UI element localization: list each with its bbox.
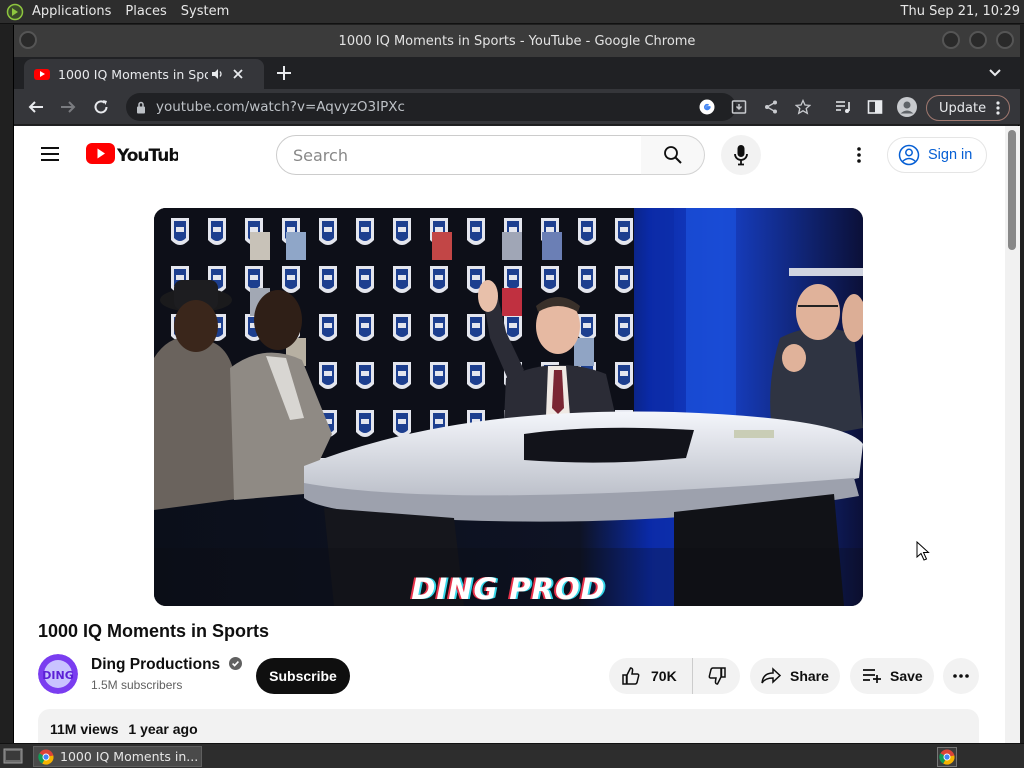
- window-menu-button[interactable]: [19, 31, 37, 49]
- close-tab-icon[interactable]: [232, 68, 244, 80]
- minimize-button[interactable]: [942, 31, 960, 49]
- reload-icon[interactable]: [91, 97, 111, 117]
- window-title: 1000 IQ Moments in Sports - YouTube - Go…: [338, 33, 696, 49]
- share-arrow-icon: [760, 667, 782, 685]
- subscriber-count: 1.5M subscribers: [91, 678, 183, 692]
- show-desktop-icon[interactable]: [3, 748, 23, 764]
- places-menu[interactable]: Places: [125, 4, 166, 19]
- new-tab-icon[interactable]: [276, 65, 292, 81]
- tab-strip: 1000 IQ Moments in Sport: [14, 57, 1020, 89]
- close-window-button[interactable]: [996, 31, 1014, 49]
- add-to-playlist-icon: [862, 668, 882, 684]
- view-count: 11M views: [50, 721, 119, 737]
- thumbs-up-icon: [621, 666, 641, 686]
- taskbar-chrome-window[interactable]: 1000 IQ Moments in...: [33, 746, 202, 767]
- tab-youtube[interactable]: 1000 IQ Moments in Sport: [24, 59, 264, 89]
- video-player[interactable]: DING PROD: [154, 208, 863, 606]
- more-actions-button[interactable]: [943, 658, 979, 694]
- svg-text:YouTube: YouTube: [116, 146, 178, 166]
- save-button[interactable]: Save: [850, 658, 934, 694]
- channel-name-label[interactable]: Ding Productions: [91, 656, 220, 673]
- distro-icon[interactable]: [6, 3, 24, 21]
- youtube-favicon-icon: [34, 68, 50, 80]
- chrome-menu-icon[interactable]: [996, 101, 1000, 115]
- system-menu[interactable]: System: [181, 4, 229, 19]
- update-button[interactable]: Update: [926, 95, 1010, 121]
- tab-search-chevron-icon[interactable]: [988, 67, 1002, 79]
- description-box[interactable]: 11M views 1 year ago: [38, 709, 979, 743]
- page-scrollbar[interactable]: [1005, 126, 1020, 743]
- install-app-icon[interactable]: [729, 97, 749, 117]
- save-label: Save: [890, 668, 923, 684]
- window-titlebar[interactable]: 1000 IQ Moments in Sports - YouTube - Go…: [14, 25, 1020, 57]
- hamburger-menu-icon[interactable]: [40, 146, 60, 162]
- more-horizontal-icon: [953, 674, 969, 678]
- profile-avatar-icon[interactable]: [897, 97, 917, 117]
- youtube-page: YouTube Search Sign in: [14, 126, 1005, 743]
- share-label: Share: [790, 668, 829, 684]
- like-count: 70K: [651, 668, 677, 684]
- bottom-panel: 1000 IQ Moments in...: [0, 743, 1024, 768]
- verified-badge-icon: [229, 657, 243, 670]
- thumbs-down-icon: [707, 666, 727, 686]
- lock-icon[interactable]: [136, 101, 146, 114]
- svg-text:DING: DING: [42, 669, 73, 682]
- search-icon: [663, 145, 683, 165]
- media-controls-icon[interactable]: [833, 97, 853, 117]
- account-icon: [898, 144, 920, 166]
- bookmark-star-icon[interactable]: [793, 97, 813, 117]
- search-button[interactable]: [641, 135, 705, 175]
- mouse-cursor-icon: [916, 541, 930, 561]
- scrollbar-thumb[interactable]: [1008, 130, 1016, 250]
- tray-chrome-icon[interactable]: [937, 747, 957, 767]
- upload-age: 1 year ago: [128, 721, 198, 737]
- channel-avatar[interactable]: DING: [38, 654, 78, 694]
- search-input[interactable]: Search: [276, 135, 642, 175]
- forward-icon[interactable]: [58, 97, 78, 117]
- voice-search-button[interactable]: [721, 135, 761, 175]
- video-watermark: DING PROD: [411, 572, 606, 606]
- back-icon[interactable]: [26, 97, 46, 117]
- microphone-icon: [733, 144, 749, 166]
- google-lens-icon[interactable]: [697, 97, 717, 117]
- chrome-icon: [38, 749, 54, 765]
- like-dislike-group: 70K: [609, 658, 740, 694]
- update-label: Update: [939, 100, 987, 116]
- video-frame: [154, 208, 863, 606]
- tab-title: 1000 IQ Moments in Sport: [58, 66, 208, 82]
- sign-in-label: Sign in: [928, 147, 973, 163]
- sign-in-button[interactable]: Sign in: [887, 137, 987, 173]
- channel-name[interactable]: Ding Productions: [91, 656, 243, 674]
- video-title: 1000 IQ Moments in Sports: [38, 621, 270, 641]
- address-bar[interactable]: youtube.com/watch?v=AqvyzO3IPXc: [126, 93, 736, 121]
- like-button[interactable]: 70K: [609, 658, 693, 694]
- subscribe-button[interactable]: Subscribe: [256, 658, 350, 694]
- browser-toolbar: youtube.com/watch?v=AqvyzO3IPXc Update: [14, 89, 1020, 125]
- applications-menu[interactable]: Applications: [32, 4, 111, 19]
- top-panel: Applications Places System Thu Sep 21, 1…: [0, 0, 1024, 24]
- more-options-icon[interactable]: [857, 147, 861, 163]
- share-page-icon[interactable]: [761, 97, 781, 117]
- chrome-window: 1000 IQ Moments in Sports - YouTube - Go…: [13, 25, 1020, 743]
- speaker-icon[interactable]: [210, 67, 224, 81]
- dislike-button[interactable]: [693, 658, 740, 694]
- panel-clock[interactable]: Thu Sep 21, 10:29: [901, 4, 1020, 19]
- maximize-button[interactable]: [969, 31, 987, 49]
- subscribe-label: Subscribe: [269, 668, 337, 684]
- side-panel-icon[interactable]: [865, 97, 885, 117]
- search-placeholder: Search: [293, 145, 348, 165]
- youtube-logo[interactable]: YouTube: [86, 141, 178, 167]
- taskbar-item-label: 1000 IQ Moments in...: [60, 749, 199, 764]
- url-text[interactable]: youtube.com/watch?v=AqvyzO3IPXc: [156, 99, 405, 115]
- share-button[interactable]: Share: [750, 658, 840, 694]
